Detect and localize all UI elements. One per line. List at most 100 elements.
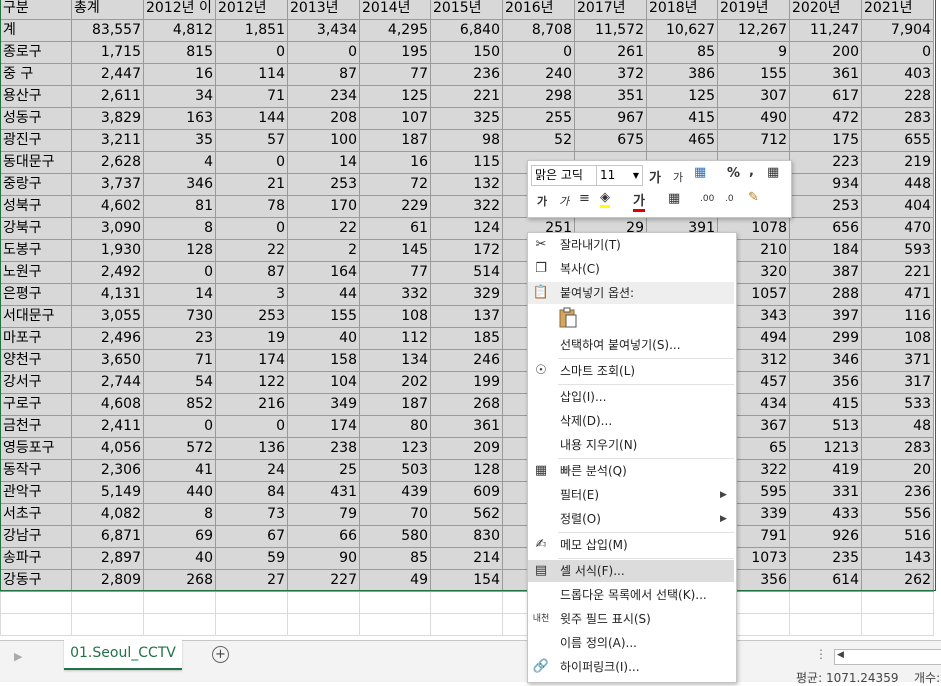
- table-cell[interactable]: 100: [287, 129, 360, 152]
- row-label-cell[interactable]: 강서구: [0, 371, 72, 394]
- table-cell[interactable]: 107: [359, 107, 431, 130]
- empty-cell[interactable]: [287, 591, 360, 614]
- table-cell[interactable]: 1213: [789, 437, 862, 460]
- table-cell[interactable]: 54: [143, 371, 216, 394]
- table-cell[interactable]: 2,897: [71, 547, 144, 570]
- table-cell[interactable]: 22: [215, 239, 288, 262]
- table-cell[interactable]: 175: [789, 129, 862, 152]
- empty-cell[interactable]: [287, 613, 360, 636]
- table-cell[interactable]: 83,557: [71, 19, 144, 42]
- table-cell[interactable]: 283: [861, 107, 934, 130]
- table-cell[interactable]: 448: [861, 173, 934, 196]
- table-cell[interactable]: 6,871: [71, 525, 144, 548]
- table-cell[interactable]: 298: [502, 85, 575, 108]
- table-cell[interactable]: 20: [861, 459, 934, 482]
- table-cell[interactable]: 49: [359, 569, 431, 592]
- table-cell[interactable]: 471: [861, 283, 934, 306]
- table-cell[interactable]: 516: [861, 525, 934, 548]
- table-cell[interactable]: 0: [215, 151, 288, 174]
- menu-clear-contents[interactable]: 내용 지우기(N): [528, 434, 734, 456]
- row-label-cell[interactable]: 종로구: [0, 41, 72, 64]
- table-cell[interactable]: 4,295: [359, 19, 431, 42]
- column-header-cell[interactable]: 2014년: [359, 0, 431, 20]
- row-label-cell[interactable]: 도봉구: [0, 239, 72, 262]
- table-cell[interactable]: 572: [143, 437, 216, 460]
- menu-filter[interactable]: 필터(E) ▶: [528, 484, 734, 506]
- table-cell[interactable]: 5,149: [71, 481, 144, 504]
- table-cell[interactable]: 164: [287, 261, 360, 284]
- row-label-cell[interactable]: 강동구: [0, 569, 72, 592]
- table-cell[interactable]: 0: [143, 261, 216, 284]
- menu-quick-analysis[interactable]: ▦ 빠른 분석(Q): [528, 460, 734, 482]
- table-cell[interactable]: 19: [215, 327, 288, 350]
- table-cell[interactable]: 712: [717, 129, 790, 152]
- table-cell[interactable]: 87: [287, 63, 360, 86]
- table-cell[interactable]: 361: [789, 63, 862, 86]
- table-cell[interactable]: 52: [502, 129, 575, 152]
- table-cell[interactable]: 307: [717, 85, 790, 108]
- table-cell[interactable]: 351: [574, 85, 647, 108]
- table-cell[interactable]: 163: [143, 107, 216, 130]
- table-cell[interactable]: 143: [861, 547, 934, 570]
- accounting-format-icon[interactable]: ▦: [694, 165, 706, 180]
- format-painter-grid-icon[interactable]: ▦: [767, 165, 779, 180]
- row-label-cell[interactable]: 동대문구: [0, 151, 72, 174]
- table-cell[interactable]: 322: [430, 195, 503, 218]
- table-cell[interactable]: 675: [574, 129, 647, 152]
- table-cell[interactable]: 268: [143, 569, 216, 592]
- column-header-cell[interactable]: 총계: [71, 0, 144, 20]
- table-cell[interactable]: 115: [430, 151, 503, 174]
- empty-cell[interactable]: [215, 591, 288, 614]
- row-label-cell[interactable]: 송파구: [0, 547, 72, 570]
- table-cell[interactable]: 128: [143, 239, 216, 262]
- table-cell[interactable]: 0: [861, 41, 934, 64]
- table-cell[interactable]: 4: [143, 151, 216, 174]
- table-cell[interactable]: 6,840: [430, 19, 503, 42]
- table-cell[interactable]: 4,812: [143, 19, 216, 42]
- table-cell[interactable]: 34: [143, 85, 216, 108]
- empty-cell[interactable]: [789, 613, 862, 636]
- row-label-cell[interactable]: 금천구: [0, 415, 72, 438]
- table-cell[interactable]: 227: [287, 569, 360, 592]
- table-cell[interactable]: 2,411: [71, 415, 144, 438]
- table-cell[interactable]: 71: [143, 349, 216, 372]
- decrease-font-size-button[interactable]: 가: [673, 169, 683, 185]
- table-cell[interactable]: 66: [287, 525, 360, 548]
- table-cell[interactable]: 14: [287, 151, 360, 174]
- bold-button[interactable]: 가: [537, 193, 547, 209]
- table-cell[interactable]: 81: [143, 195, 216, 218]
- table-cell[interactable]: 562: [430, 503, 503, 526]
- sheet-tab-01-seoul-cctv[interactable]: 01.Seoul_CCTV: [64, 640, 182, 670]
- table-cell[interactable]: 2,492: [71, 261, 144, 284]
- table-cell[interactable]: 1,930: [71, 239, 144, 262]
- table-cell[interactable]: 90: [287, 547, 360, 570]
- table-cell[interactable]: 346: [789, 349, 862, 372]
- fill-color-icon[interactable]: ◈: [600, 190, 610, 208]
- table-cell[interactable]: 108: [359, 305, 431, 328]
- table-cell[interactable]: 229: [359, 195, 431, 218]
- tab-scroll-right-icon[interactable]: ▶: [14, 650, 22, 663]
- table-cell[interactable]: 214: [430, 547, 503, 570]
- table-cell[interactable]: 202: [359, 371, 431, 394]
- table-cell[interactable]: 852: [143, 393, 216, 416]
- borders-icon[interactable]: ▦: [668, 191, 680, 206]
- row-label-cell[interactable]: 서초구: [0, 503, 72, 526]
- table-cell[interactable]: 0: [215, 415, 288, 438]
- table-cell[interactable]: 134: [359, 349, 431, 372]
- empty-cell[interactable]: [861, 613, 934, 636]
- comma-style-button[interactable]: ,: [749, 164, 754, 179]
- table-cell[interactable]: 85: [646, 41, 718, 64]
- table-cell[interactable]: 228: [861, 85, 934, 108]
- empty-cell[interactable]: [143, 613, 216, 636]
- row-label-cell[interactable]: 마포구: [0, 327, 72, 350]
- menu-show-phonetic[interactable]: 내천 윗주 필드 표시(S): [528, 608, 734, 630]
- table-cell[interactable]: 185: [430, 327, 503, 350]
- table-cell[interactable]: 556: [861, 503, 934, 526]
- table-cell[interactable]: 200: [789, 41, 862, 64]
- empty-cell[interactable]: [430, 591, 503, 614]
- table-cell[interactable]: 136: [215, 437, 288, 460]
- table-cell[interactable]: 490: [717, 107, 790, 130]
- table-cell[interactable]: 73: [215, 503, 288, 526]
- table-cell[interactable]: 361: [430, 415, 503, 438]
- increase-font-size-button[interactable]: 가: [649, 167, 661, 186]
